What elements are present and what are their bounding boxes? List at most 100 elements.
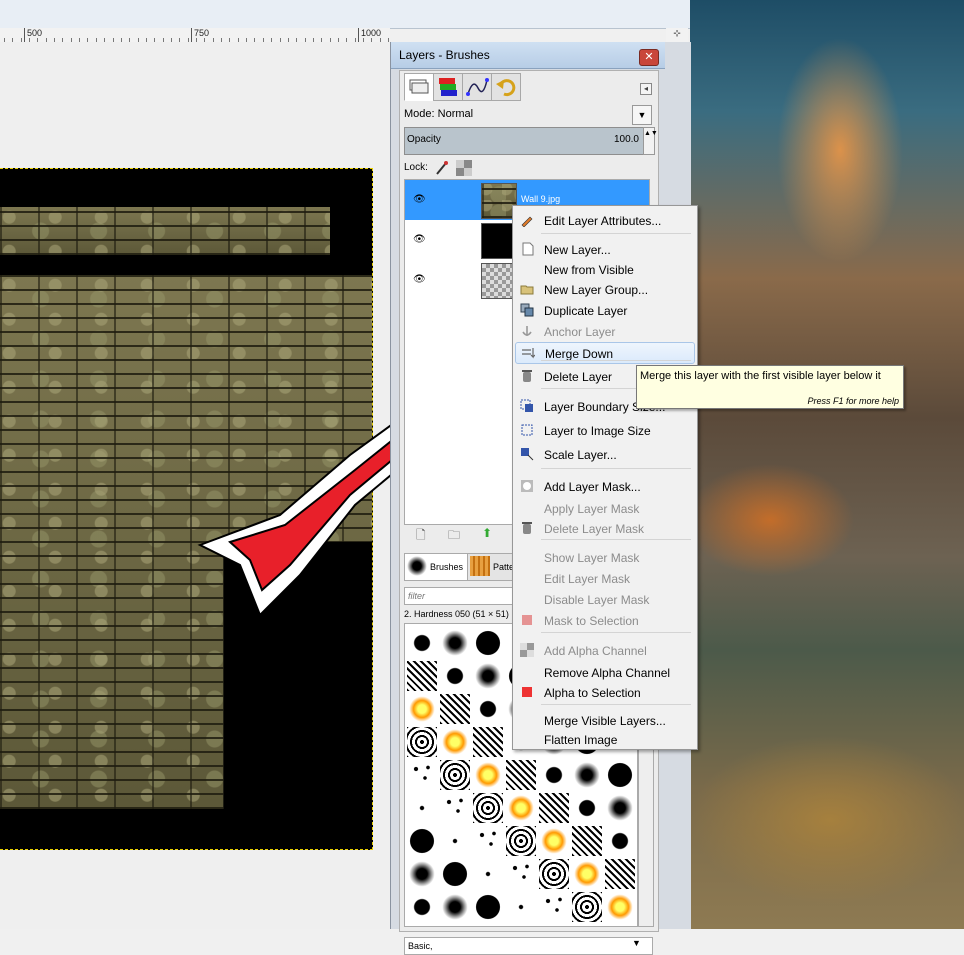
brush-thumbnail[interactable]: [407, 727, 437, 757]
brush-thumbnail[interactable]: [473, 892, 503, 922]
dock-titlebar[interactable]: Layers - Brushes ✕: [391, 42, 665, 69]
brush-thumbnail[interactable]: [539, 760, 569, 790]
brush-thumbnail[interactable]: [473, 859, 503, 889]
brush-thumbnail[interactable]: [605, 793, 635, 823]
tab-channels[interactable]: [433, 73, 463, 101]
menu-item-new-from-visible[interactable]: New from Visible: [515, 259, 695, 279]
raise-layer-icon[interactable]: ⬆: [482, 526, 492, 540]
merge-down-tooltip: Merge this layer with the first visible …: [636, 365, 904, 409]
brush-thumbnail[interactable]: [539, 892, 569, 922]
ruler-label-1000: 1000: [361, 28, 382, 38]
layer-context-menu[interactable]: Edit Layer Attributes... New Layer... New …: [512, 205, 698, 750]
brush-thumbnail[interactable]: [407, 661, 437, 691]
menu-item-merge-visible-layers[interactable]: Merge Visible Layers...: [515, 710, 695, 730]
tab-undo-history[interactable]: [491, 73, 521, 101]
opacity-slider[interactable]: Opacity 100.0: [404, 127, 644, 155]
menu-item-add-layer-mask[interactable]: Add Layer Mask...: [515, 476, 695, 496]
mode-select[interactable]: Mode: Normal ▼: [404, 105, 652, 125]
brush-thumbnail[interactable]: [440, 628, 470, 658]
menu-item-flatten-image[interactable]: Flatten Image: [515, 729, 695, 749]
tab-menu-icon[interactable]: ◂: [640, 83, 652, 95]
brush-thumbnail[interactable]: [473, 793, 503, 823]
brush-thumbnail[interactable]: [473, 661, 503, 691]
navigate-corner-icon[interactable]: ⊹: [666, 28, 688, 42]
new-layer-icon[interactable]: 🗋: [416, 526, 426, 547]
brush-thumbnail[interactable]: [440, 892, 470, 922]
brush-thumbnail[interactable]: [440, 826, 470, 856]
menu-item-delete-layer-mask[interactable]: Delete Layer Mask: [515, 518, 695, 538]
brush-thumbnail[interactable]: [407, 892, 437, 922]
brush-thumbnail[interactable]: [539, 793, 569, 823]
menu-item-anchor-layer[interactable]: Anchor Layer: [515, 321, 695, 341]
brush-filter-input[interactable]: filter: [404, 587, 519, 605]
brush-thumbnail[interactable]: [605, 760, 635, 790]
brush-thumbnail[interactable]: [407, 826, 437, 856]
menu-item-duplicate-layer[interactable]: Duplicate Layer: [515, 300, 695, 320]
eye-icon[interactable]: 👁: [413, 274, 426, 285]
brush-thumbnail[interactable]: [440, 727, 470, 757]
brush-thumbnail[interactable]: [473, 760, 503, 790]
brush-thumbnail[interactable]: [506, 859, 536, 889]
brush-thumbnail[interactable]: [407, 859, 437, 889]
tab-layers[interactable]: [404, 73, 434, 101]
menu-item-mask-to-selection[interactable]: Mask to Selection: [515, 610, 695, 630]
brush-thumbnail[interactable]: [506, 760, 536, 790]
brush-thumbnail[interactable]: [440, 661, 470, 691]
channels-icon: [439, 78, 457, 96]
lock-pixels-icon[interactable]: [434, 160, 450, 176]
chevron-down-icon[interactable]: ▼: [632, 105, 652, 125]
brush-thumbnail[interactable]: [407, 694, 437, 724]
opacity-spinner[interactable]: ▲▼: [643, 127, 658, 155]
brush-thumbnail[interactable]: [572, 793, 602, 823]
folder-icon: [520, 282, 534, 296]
close-icon[interactable]: ✕: [639, 49, 659, 66]
page-icon: [520, 242, 534, 256]
eye-icon[interactable]: 👁: [413, 194, 426, 205]
brush-thumbnail[interactable]: [440, 760, 470, 790]
brush-thumbnail[interactable]: [473, 694, 503, 724]
menu-item-add-alpha-channel[interactable]: Add Alpha Channel: [515, 640, 695, 660]
brush-thumbnail[interactable]: [539, 859, 569, 889]
lock-alpha-icon[interactable]: [456, 160, 472, 176]
menu-item-edit-layer-attributes[interactable]: Edit Layer Attributes...: [515, 210, 695, 230]
brush-thumbnail[interactable]: [605, 826, 635, 856]
brush-thumbnail[interactable]: [440, 793, 470, 823]
menu-item-scale-layer[interactable]: Scale Layer...: [515, 444, 695, 464]
menu-item-edit-layer-mask[interactable]: Edit Layer Mask: [515, 568, 695, 588]
tab-brushes[interactable]: Brushes: [404, 553, 468, 581]
menu-item-alpha-to-selection[interactable]: Alpha to Selection: [515, 682, 695, 702]
brush-thumbnail[interactable]: [506, 826, 536, 856]
brush-thumbnail[interactable]: [572, 892, 602, 922]
brush-thumbnail[interactable]: [407, 793, 437, 823]
brush-thumbnail[interactable]: [440, 694, 470, 724]
menu-item-apply-layer-mask[interactable]: Apply Layer Mask: [515, 498, 695, 518]
brush-preset-select[interactable]: Basic,: [404, 937, 653, 955]
menu-item-disable-layer-mask[interactable]: Disable Layer Mask: [515, 589, 695, 609]
brush-thumbnail[interactable]: [572, 859, 602, 889]
brush-thumbnail[interactable]: [572, 760, 602, 790]
paths-icon: [466, 78, 489, 96]
brush-thumbnail[interactable]: [473, 727, 503, 757]
menu-item-new-layer-group[interactable]: New Layer Group...: [515, 279, 695, 299]
brush-thumbnail[interactable]: [407, 760, 437, 790]
new-group-icon[interactable]: 🗀: [448, 526, 460, 547]
brush-thumbnail[interactable]: [506, 793, 536, 823]
horizontal-ruler[interactable]: 500 750 1000: [0, 28, 390, 43]
menu-item-layer-to-image-size[interactable]: Layer to Image Size: [515, 420, 695, 440]
menu-item-label: New Layer...: [544, 243, 611, 257]
eye-icon[interactable]: 👁: [413, 234, 426, 245]
brush-thumbnail[interactable]: [605, 859, 635, 889]
brush-thumbnail[interactable]: [605, 892, 635, 922]
brush-thumbnail[interactable]: [473, 826, 503, 856]
menu-item-new-layer[interactable]: New Layer...: [515, 239, 695, 259]
brush-thumbnail[interactable]: [473, 628, 503, 658]
tab-paths[interactable]: [462, 73, 492, 101]
menu-item-remove-alpha-channel[interactable]: Remove Alpha Channel: [515, 662, 695, 682]
chevron-down-icon[interactable]: ▼: [632, 938, 641, 948]
brush-thumbnail[interactable]: [440, 859, 470, 889]
brush-thumbnail[interactable]: [407, 628, 437, 658]
brush-thumbnail[interactable]: [539, 826, 569, 856]
brush-thumbnail[interactable]: [572, 826, 602, 856]
brush-thumbnail[interactable]: [506, 892, 536, 922]
menu-item-show-layer-mask[interactable]: Show Layer Mask: [515, 547, 695, 567]
